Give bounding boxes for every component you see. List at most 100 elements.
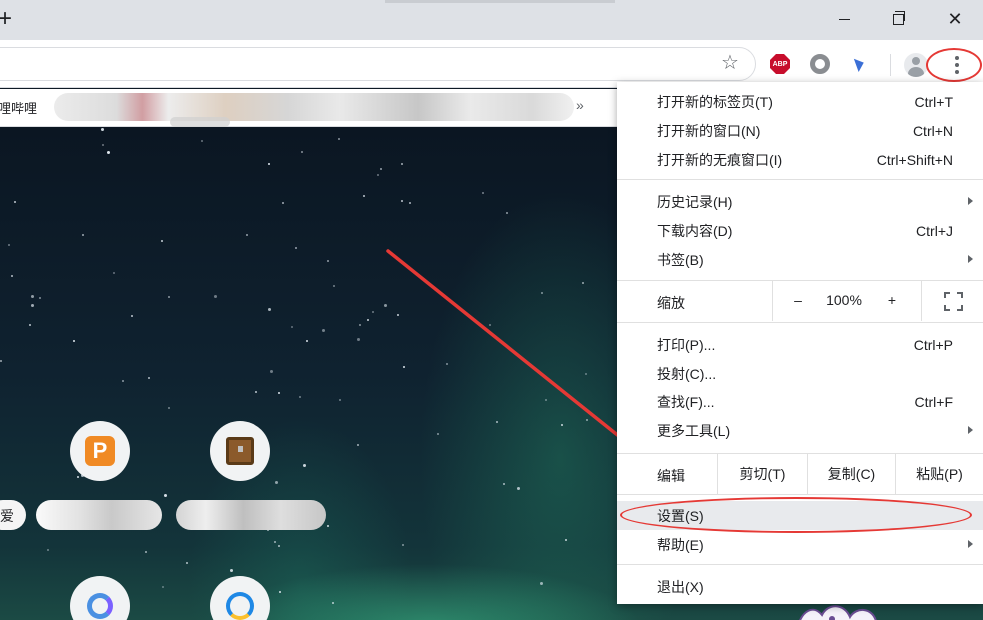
star-dot [162, 586, 164, 588]
menu-item-label: 打开新的无痕窗口(I) [657, 151, 783, 168]
edit-label: 编辑 [657, 468, 685, 484]
menu-item-new-window[interactable]: 打开新的窗口(N) Ctrl+N [617, 116, 983, 145]
menu-item-new-incognito-window[interactable]: 打开新的无痕窗口(I) Ctrl+Shift+N [617, 145, 983, 174]
menu-item-new-tab[interactable]: 打开新的标签页(T) Ctrl+T [617, 87, 983, 116]
star-dot [282, 202, 284, 204]
menu-item-print[interactable]: 打印(P)... Ctrl+P [617, 330, 983, 359]
star-dot [186, 562, 188, 564]
close-icon: ✕ [947, 9, 963, 29]
profile-avatar-icon[interactable] [904, 53, 928, 77]
star-dot [306, 340, 308, 342]
star-dot [363, 195, 365, 197]
zoom-in-button[interactable]: + [883, 292, 901, 308]
star-dot [327, 525, 329, 527]
star-dot [322, 329, 325, 332]
ring-extension-icon[interactable] [810, 54, 830, 74]
menu-item-shortcut: Ctrl+P [913, 336, 953, 353]
menu-item-bookmarks[interactable]: 书签(B) [617, 245, 983, 274]
title-bar: + ✕ [0, 0, 983, 40]
close-window-button[interactable]: ✕ [929, 0, 981, 38]
star-dot [359, 324, 361, 326]
menu-item-label: 帮助(E) [657, 536, 704, 553]
blurred-shortcut-label [176, 500, 326, 530]
star-dot [585, 373, 587, 375]
star-dot [101, 128, 104, 131]
star-dot [333, 285, 335, 287]
menu-item-shortcut: Ctrl+F [914, 393, 954, 410]
submenu-arrow-icon [968, 197, 973, 205]
star-dot [31, 304, 34, 307]
cut-button[interactable]: 剪切(T) [717, 454, 807, 494]
star-dot [503, 483, 505, 485]
star-dot [357, 338, 360, 341]
restore-icon [892, 10, 905, 25]
star-dot [380, 168, 382, 170]
menu-edit-row: 编辑 剪切(T) 复制(C) 粘贴(P) [617, 454, 983, 494]
menu-item-exit[interactable]: 退出(X) [617, 572, 983, 601]
p-app-icon: P [85, 436, 115, 466]
star-dot [586, 419, 588, 421]
star-dot [377, 174, 379, 176]
menu-item-history[interactable]: 历史记录(H) [617, 187, 983, 216]
menu-item-find[interactable]: 查找(F)... Ctrl+F [617, 387, 983, 416]
address-bar[interactable] [0, 47, 756, 81]
menu-item-shortcut: Ctrl+N [912, 122, 953, 139]
star-dot [482, 192, 484, 194]
bell-app-icon [226, 592, 254, 620]
star-dot [338, 138, 340, 140]
star-dot [275, 481, 278, 484]
bookmarks-overflow-button[interactable]: » [576, 97, 585, 113]
shortcut-label: 爱 [0, 508, 14, 524]
new-tab-button[interactable]: + [0, 6, 18, 32]
star-dot [255, 391, 257, 393]
star-dot [545, 399, 547, 401]
star-dot [372, 311, 374, 313]
shortcut-tile[interactable] [70, 576, 130, 620]
star-dot [384, 304, 387, 307]
star-dot [161, 240, 163, 242]
star-dot [541, 292, 543, 294]
star-dot [102, 144, 104, 146]
adblock-plus-icon[interactable]: ABP [770, 54, 790, 74]
minimize-button[interactable] [818, 0, 870, 38]
zoom-controls: – 100% + [772, 281, 983, 321]
star-dot [489, 324, 491, 326]
star-dot [303, 464, 306, 467]
star-dot [39, 297, 41, 299]
star-dot [332, 602, 334, 604]
fullscreen-button[interactable] [921, 281, 983, 321]
star-dot [77, 476, 79, 478]
menu-item-label: 打开新的窗口(N) [657, 122, 761, 139]
shortcut-tile[interactable] [210, 576, 270, 620]
menu-zoom-row: 缩放 – 100% + [617, 281, 983, 321]
bookmark-star-icon[interactable]: ☆ [721, 53, 739, 73]
bookmark-bilibili[interactable]: 哩哔哩 [0, 98, 37, 117]
star-dot [164, 494, 167, 497]
menu-item-help[interactable]: 帮助(E) [617, 530, 983, 559]
star-dot [301, 151, 303, 153]
menu-separator [617, 494, 983, 495]
menu-item-label: 查找(F)... [657, 393, 715, 410]
star-dot [295, 247, 297, 249]
zoom-level: 100% [826, 292, 862, 308]
paste-button[interactable]: 粘贴(P) [895, 454, 983, 494]
star-dot [274, 541, 276, 543]
bird-extension-icon[interactable] [850, 54, 870, 74]
star-dot [168, 407, 170, 409]
menu-item-more-tools[interactable]: 更多工具(L) [617, 416, 983, 445]
submenu-arrow-icon [968, 426, 973, 434]
star-dot [437, 433, 439, 435]
shortcut-tile[interactable] [210, 421, 270, 481]
star-dot [145, 551, 147, 553]
zoom-out-button[interactable]: – [789, 292, 807, 308]
shortcut-tile[interactable]: P [70, 421, 130, 481]
menu-item-label: 书签(B) [657, 251, 704, 268]
blurred-bookmarks [54, 93, 574, 121]
menu-item-downloads[interactable]: 下载内容(D) Ctrl+J [617, 216, 983, 245]
maximize-button[interactable] [872, 0, 924, 38]
menu-item-cast[interactable]: 投射(C)... [617, 359, 983, 388]
star-dot [278, 545, 280, 547]
fullscreen-icon [957, 292, 963, 298]
copy-button[interactable]: 复制(C) [807, 454, 895, 494]
star-dot [339, 399, 341, 401]
